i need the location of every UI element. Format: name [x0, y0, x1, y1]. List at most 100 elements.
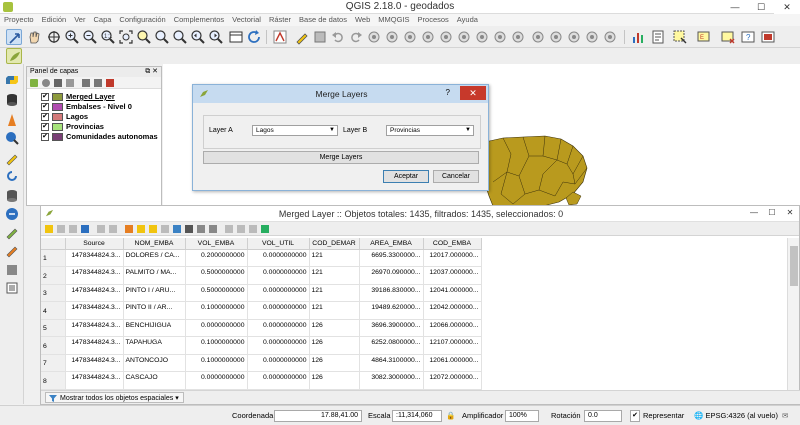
bookmark-icon[interactable]: [492, 29, 508, 45]
deselect-all-icon[interactable]: [720, 29, 736, 45]
refresh-icon[interactable]: [246, 29, 262, 45]
scrollbar-thumb[interactable]: [790, 246, 798, 286]
layer-visibility-checkbox[interactable]: ✔: [41, 113, 49, 121]
row-number[interactable]: 1: [41, 249, 66, 267]
menu-web[interactable]: Web: [355, 14, 370, 26]
dialog-close-button[interactable]: ✕: [460, 86, 486, 100]
menu-edicion[interactable]: Edición: [42, 14, 67, 26]
vertical-scrollbar[interactable]: [787, 238, 799, 390]
table-cell[interactable]: 121: [309, 266, 360, 285]
table-cell[interactable]: 0.0000000000: [247, 354, 310, 372]
table-cell[interactable]: 0.0000000000: [247, 301, 310, 320]
table-cell[interactable]: 0.0000000000: [185, 319, 248, 337]
table-cell[interactable]: 1478344824.3...: [65, 336, 124, 355]
add-oracle-layer-icon[interactable]: [4, 262, 20, 278]
table-cell[interactable]: 1478344824.3...: [65, 284, 124, 302]
column-header[interactable]: Source: [65, 238, 124, 250]
table-row[interactable]: 2 1478344824.3... PALMITO / MA... 0.5000…: [41, 266, 482, 285]
row-number[interactable]: 7: [41, 354, 66, 372]
filter-icon[interactable]: [173, 225, 181, 233]
conditional-formatting-icon[interactable]: [249, 225, 257, 233]
merge-layers-button[interactable]: Merge Layers: [203, 151, 479, 164]
table-row[interactable]: 7 1478344824.3... ANTONCOJO 0.1000000000…: [41, 354, 482, 372]
table-cell[interactable]: 0.1000000000: [185, 301, 248, 320]
add-spatialite-icon[interactable]: [4, 188, 20, 204]
table-cell[interactable]: 1478344824.3...: [65, 371, 124, 390]
zoom-in-icon[interactable]: [64, 29, 80, 45]
reload-icon[interactable]: [81, 225, 89, 233]
measure-area-icon[interactable]: [438, 29, 454, 45]
zoom-out-icon[interactable]: [82, 29, 98, 45]
simplify-feature-icon[interactable]: [584, 29, 600, 45]
table-cell[interactable]: 126: [309, 354, 360, 372]
table-cell[interactable]: 0.2000000000: [185, 249, 248, 267]
add-database-layer-icon[interactable]: [4, 92, 20, 108]
undo-icon[interactable]: [330, 29, 346, 45]
map-tips-icon[interactable]: [474, 29, 490, 45]
table-cell[interactable]: 126: [309, 319, 360, 337]
invert-selection-icon[interactable]: [149, 225, 157, 233]
table-cell[interactable]: 12042.000000...: [423, 301, 482, 320]
table-cell[interactable]: 12066.000000...: [423, 319, 482, 337]
render-checkbox[interactable]: ✔: [630, 410, 640, 422]
field-calculator-icon[interactable]: [261, 225, 269, 233]
statistics-icon[interactable]: [630, 29, 646, 45]
menu-raster[interactable]: Ráster: [269, 14, 291, 26]
table-cell[interactable]: 0.5000000000: [185, 266, 248, 285]
messages-icon[interactable]: ✉: [782, 411, 788, 420]
maximize-button[interactable]: ☐: [763, 206, 781, 220]
table-cell[interactable]: 126: [309, 336, 360, 355]
layer-item-lagos[interactable]: ✔ Lagos: [27, 112, 161, 122]
table-cell[interactable]: 0.0000000000: [247, 249, 310, 267]
zoom-to-selection-icon[interactable]: [136, 29, 152, 45]
select-all-icon[interactable]: [137, 225, 145, 233]
table-cell[interactable]: PALMITO / MA...: [123, 266, 186, 285]
copy-icon[interactable]: [109, 225, 117, 233]
table-row[interactable]: 1 1478344824.3... DOLORES / CA... 0.2000…: [41, 249, 482, 267]
table-cell[interactable]: 12041.000000...: [423, 284, 482, 302]
table-cell[interactable]: CASCAJO: [123, 371, 186, 390]
table-cell[interactable]: TAPAHUGA: [123, 336, 186, 355]
minimize-button[interactable]: —: [745, 206, 763, 220]
move-selection-top-icon[interactable]: [185, 225, 193, 233]
table-cell[interactable]: 121: [309, 249, 360, 267]
table-cell[interactable]: 39186.830000...: [359, 284, 424, 302]
table-cell[interactable]: 0.0000000000: [247, 284, 310, 302]
table-cell[interactable]: 1478344824.3...: [65, 266, 124, 285]
table-cell[interactable]: 12017.000000...: [423, 249, 482, 267]
expand-all-icon[interactable]: [82, 79, 90, 87]
rotation-field[interactable]: 0.0: [584, 410, 622, 422]
row-number[interactable]: 3: [41, 284, 66, 302]
lock-icon[interactable]: 🔒: [446, 411, 455, 420]
table-cell[interactable]: 1478344824.3...: [65, 319, 124, 337]
close-button[interactable]: ✕: [774, 0, 800, 14]
show-all-features-button[interactable]: Mostrar todos los objetos espaciales ▾: [45, 392, 184, 403]
table-cell[interactable]: PINTO II / AR...: [123, 301, 186, 320]
dialog-help-button[interactable]: ?: [446, 88, 450, 97]
table-cell[interactable]: 1478344824.3...: [65, 301, 124, 320]
table-cell[interactable]: 1478344824.3...: [65, 249, 124, 267]
table-cell[interactable]: 0.0000000000: [247, 371, 310, 390]
filter-expression-icon[interactable]: [66, 79, 74, 87]
node-tool-icon[interactable]: [530, 29, 546, 45]
maximize-button[interactable]: ☐: [748, 0, 774, 14]
cancel-button[interactable]: Cancelar: [433, 170, 479, 183]
zoom-next-icon[interactable]: [208, 29, 224, 45]
table-cell[interactable]: 6252.0800000...: [359, 336, 424, 355]
add-wfs-layer-icon[interactable]: [4, 206, 20, 222]
column-header[interactable]: NOM_EMBA: [123, 238, 186, 250]
accept-button[interactable]: Aceptar: [383, 170, 429, 183]
table-cell[interactable]: 26970.090000...: [359, 266, 424, 285]
row-number[interactable]: 2: [41, 266, 66, 285]
minimize-button[interactable]: —: [722, 0, 748, 14]
menu-complementos[interactable]: Complementos: [174, 14, 224, 26]
add-delimited-text-icon[interactable]: [4, 112, 20, 128]
digitize-icon[interactable]: [272, 29, 288, 45]
table-cell[interactable]: 12072.000000...: [423, 371, 482, 390]
row-number[interactable]: 4: [41, 301, 66, 320]
menu-mmqgis[interactable]: MMQGIS: [378, 14, 409, 26]
zoom-to-layer-icon[interactable]: [154, 29, 170, 45]
magnifier-field[interactable]: 100%: [505, 410, 539, 422]
deselect-icon[interactable]: [161, 225, 169, 233]
new-spatialite-layer-icon[interactable]: [4, 242, 20, 258]
